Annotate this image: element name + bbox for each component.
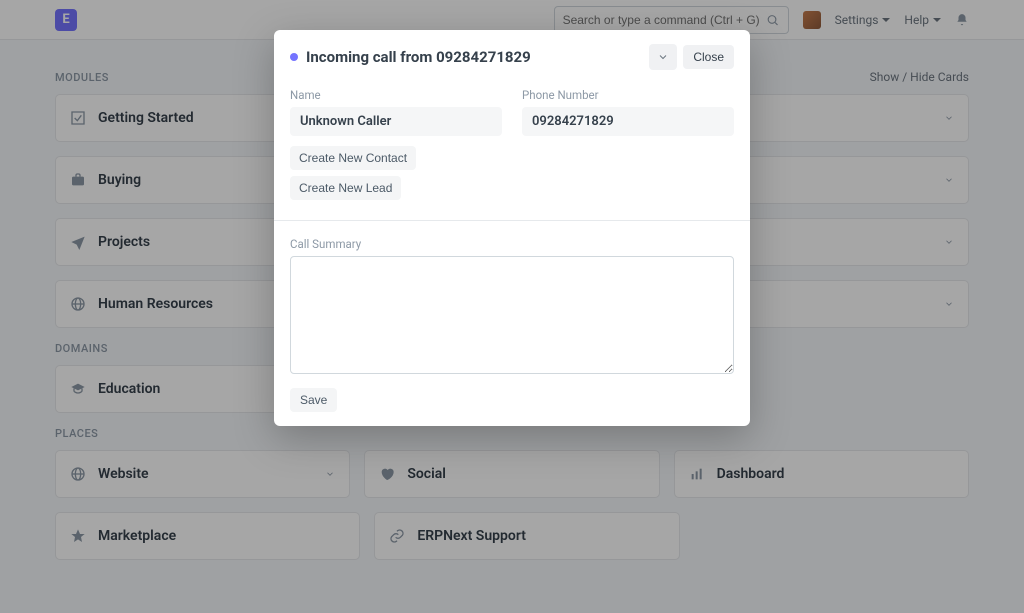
close-button[interactable]: Close [683,45,734,69]
chevron-down-icon [657,51,669,63]
create-contact-button[interactable]: Create New Contact [290,146,416,170]
save-button[interactable]: Save [290,388,337,412]
collapse-button[interactable] [649,44,677,70]
modal-title: Incoming call from 09284271829 [306,48,649,66]
call-indicator-icon [290,53,298,61]
modal-header: Incoming call from 09284271829 Close [274,30,750,84]
phone-label: Phone Number [522,88,734,102]
name-label: Name [290,88,502,102]
phone-number-value: 09284271829 [522,107,734,136]
divider [274,220,750,221]
modal-body: Name Unknown Caller Phone Number 0928427… [274,84,750,426]
caller-name-value: Unknown Caller [290,107,502,136]
modal-overlay: Incoming call from 09284271829 Close Nam… [0,0,1024,613]
incoming-call-modal: Incoming call from 09284271829 Close Nam… [274,30,750,426]
call-summary-label: Call Summary [290,237,734,251]
call-summary-input[interactable] [290,256,734,374]
create-lead-button[interactable]: Create New Lead [290,176,401,200]
